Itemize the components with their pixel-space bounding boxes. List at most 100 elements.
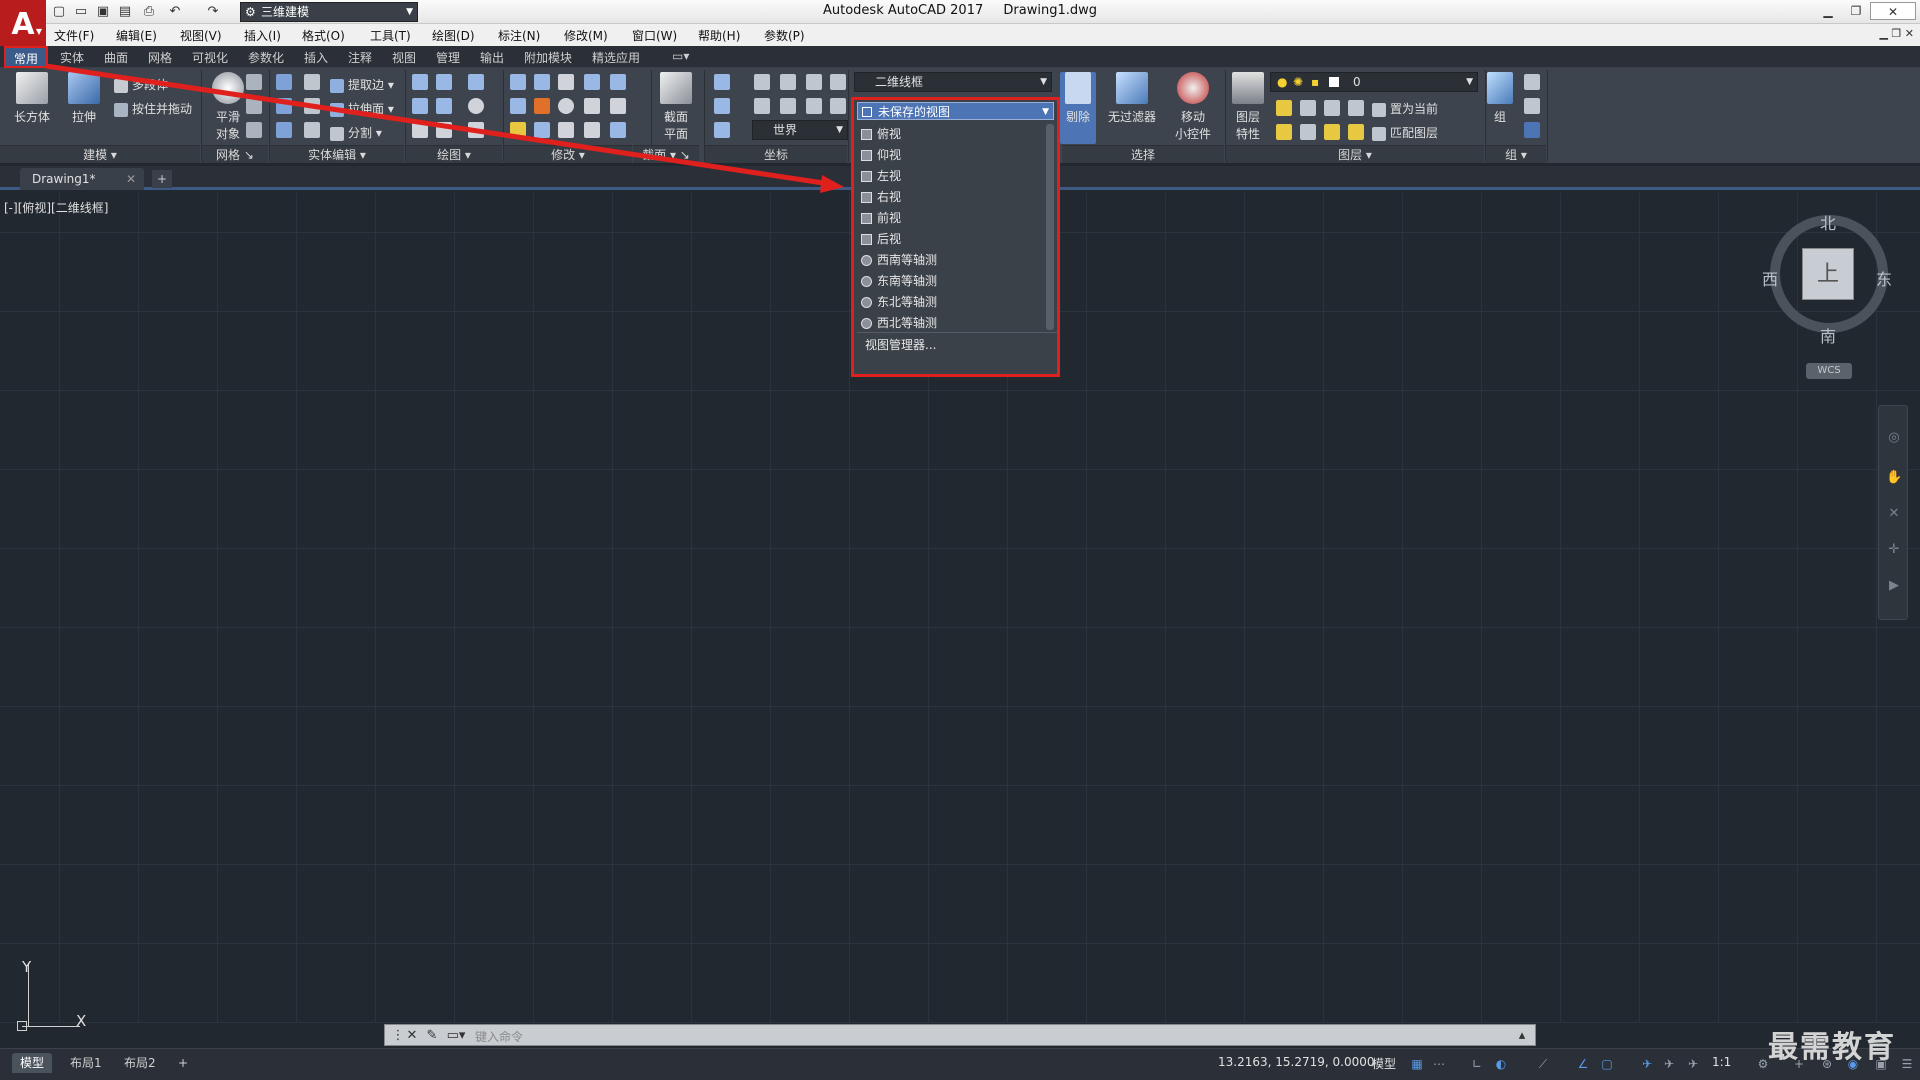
- panel-title-section[interactable]: 截面 ▾ ↘: [633, 145, 699, 163]
- panel-title-selection[interactable]: 选择: [1062, 145, 1224, 163]
- polyline-icon[interactable]: [412, 74, 428, 90]
- tab-view[interactable]: 视图: [392, 49, 416, 66]
- view-item-left[interactable]: 左视: [857, 166, 1047, 187]
- dropdown-scrollbar[interactable]: [1046, 124, 1054, 330]
- no-filter-button[interactable]: 无过滤器: [1104, 72, 1160, 125]
- edit-icon[interactable]: [304, 74, 320, 90]
- subtract-icon[interactable]: [276, 98, 292, 114]
- ucs-icon[interactable]: [754, 74, 770, 90]
- tab-output[interactable]: 输出: [480, 49, 504, 66]
- set-current-button[interactable]: 置为当前: [1372, 100, 1438, 117]
- modify-icon[interactable]: [510, 122, 526, 138]
- tab-featured-apps[interactable]: 精选应用: [592, 49, 640, 66]
- wrench-icon[interactable]: ✎: [423, 1027, 441, 1045]
- menu-parametric[interactable]: 参数(P): [764, 27, 805, 44]
- menu-help[interactable]: 帮助(H): [698, 27, 740, 44]
- layer-tool-icon[interactable]: [1348, 124, 1364, 140]
- close-button[interactable]: ✕: [1870, 2, 1916, 20]
- move-icon[interactable]: [558, 74, 574, 90]
- annotation-scale[interactable]: 1:1: [1712, 1055, 1731, 1069]
- customize-icon[interactable]: ☰: [1900, 1057, 1914, 1071]
- otrack-icon[interactable]: ∠: [1576, 1057, 1590, 1071]
- ucs-icon[interactable]: [830, 98, 846, 114]
- layer-tool-icon[interactable]: [1324, 124, 1340, 140]
- ribbon-display-toggle[interactable]: ▭▾: [672, 49, 689, 63]
- saved-view-select[interactable]: 未保存的视图 ▼: [857, 102, 1054, 120]
- tab-parametric[interactable]: 参数化: [248, 49, 284, 66]
- modify-icon[interactable]: [584, 122, 600, 138]
- layer-properties-button[interactable]: 图层 特性: [1228, 72, 1268, 142]
- ucs-icon[interactable]: [714, 98, 730, 114]
- menu-format[interactable]: 格式(O): [302, 27, 345, 44]
- ucs-icon[interactable]: [780, 98, 796, 114]
- separate-button[interactable]: 分割 ▾: [330, 124, 382, 141]
- view-item-nw-iso[interactable]: 西北等轴测: [857, 313, 1047, 334]
- command-prompt-icon[interactable]: ▭▾: [443, 1027, 469, 1045]
- layout-tab-layout2[interactable]: 布局2: [116, 1053, 164, 1073]
- group-button[interactable]: 组: [1484, 72, 1516, 125]
- tab-solid[interactable]: 实体: [60, 49, 84, 66]
- ucs-icon[interactable]: [714, 74, 730, 90]
- extrude-faces-button[interactable]: 拉伸面 ▾: [330, 100, 394, 117]
- group-select-icon[interactable]: [1524, 122, 1540, 138]
- showmotion-icon[interactable]: ▶: [1886, 578, 1902, 594]
- menu-modify[interactable]: 修改(M): [564, 27, 608, 44]
- layer-tool-icon[interactable]: [1300, 100, 1316, 116]
- layer-tool-icon[interactable]: [1300, 124, 1316, 140]
- polysolid-button[interactable]: 多段体: [114, 76, 168, 93]
- minimize-button[interactable]: ▁: [1816, 2, 1840, 20]
- tab-surface[interactable]: 曲面: [104, 49, 128, 66]
- snap-icon[interactable]: ⋯: [1432, 1057, 1446, 1071]
- tab-home[interactable]: 常用: [4, 46, 48, 68]
- compass-west[interactable]: 西: [1762, 266, 1778, 290]
- modify-icon[interactable]: [584, 74, 600, 90]
- compass-north[interactable]: 北: [1820, 210, 1836, 234]
- viewport-controls[interactable]: [-][俯视][二维线框]: [4, 199, 108, 216]
- modify-icon[interactable]: [510, 98, 526, 114]
- modify-icon[interactable]: [584, 98, 600, 114]
- layout-tab-layout1[interactable]: 布局1: [62, 1053, 110, 1073]
- layer-tool-icon[interactable]: [1276, 100, 1292, 116]
- tab-mesh[interactable]: 网格: [148, 49, 172, 66]
- wcs-menu[interactable]: WCS: [1806, 363, 1852, 379]
- ucs-select[interactable]: 世界 ▼: [752, 120, 848, 140]
- view-item-ne-iso[interactable]: 东北等轴测: [857, 292, 1047, 313]
- polar-icon[interactable]: ◐: [1494, 1057, 1508, 1071]
- modify-icon[interactable]: [534, 74, 550, 90]
- view-item-top[interactable]: 俯视: [857, 124, 1047, 145]
- edit-icon[interactable]: [304, 98, 320, 114]
- ellipse-icon[interactable]: [468, 122, 484, 138]
- menu-file[interactable]: 文件(F): [54, 27, 94, 44]
- ortho-icon[interactable]: ∟: [1470, 1057, 1484, 1071]
- spline-icon[interactable]: [412, 98, 428, 114]
- smooth-object-button[interactable]: 平滑 对象: [206, 72, 250, 142]
- ucs-icon[interactable]: [714, 122, 730, 138]
- annotation-icon[interactable]: ✈: [1640, 1057, 1654, 1071]
- menu-insert[interactable]: 插入(I): [244, 27, 281, 44]
- tab-annotate[interactable]: 注释: [348, 49, 372, 66]
- compass-south[interactable]: 南: [1820, 323, 1836, 347]
- panel-title-group[interactable]: 组 ▾: [1486, 145, 1546, 163]
- rectangle-icon[interactable]: [436, 122, 452, 138]
- autocad-logo[interactable]: A ▼: [0, 0, 46, 48]
- grid-icon[interactable]: ▦: [1410, 1057, 1424, 1071]
- panel-title-modeling[interactable]: 建模 ▾: [0, 145, 200, 163]
- saved-view-dropdown[interactable]: 未保存的视图 ▼ 俯视 仰视 左视 右视 前视 后视 西南等轴测 东南等轴测 东…: [851, 97, 1060, 377]
- layout-tab-model[interactable]: 模型: [12, 1053, 53, 1073]
- modify-icon[interactable]: [558, 122, 574, 138]
- panel-title-draw[interactable]: 绘图 ▾: [406, 145, 502, 163]
- panel-title-coordinates[interactable]: 坐标: [705, 145, 847, 163]
- panel-title-solid-editing[interactable]: 实体编辑 ▾: [270, 145, 404, 163]
- annotation-visibility-icon[interactable]: ✈: [1662, 1057, 1676, 1071]
- match-layer-button[interactable]: 匹配图层: [1372, 124, 1438, 141]
- menu-tools[interactable]: 工具(T): [370, 27, 411, 44]
- view-manager-item[interactable]: 视图管理器...: [857, 332, 1057, 356]
- compass-east[interactable]: 东: [1876, 266, 1892, 290]
- ucs-icon[interactable]: [780, 74, 796, 90]
- auto-scale-icon[interactable]: ✈: [1686, 1057, 1700, 1071]
- mesh-icon[interactable]: [246, 122, 262, 138]
- lasso-icon[interactable]: [436, 74, 452, 90]
- tab-drawing1[interactable]: Drawing1* ✕: [20, 168, 144, 190]
- coordinates-readout[interactable]: 13.2163, 15.2719, 0.0000: [1218, 1055, 1375, 1069]
- extrude-button[interactable]: 拉伸: [62, 72, 106, 125]
